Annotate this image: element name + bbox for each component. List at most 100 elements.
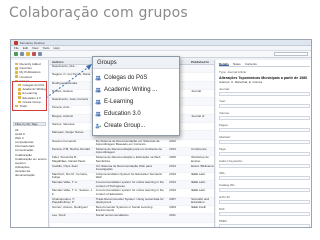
cell-published-in [189,82,214,89]
field-label: DOI: [219,207,226,212]
cell-title: Do Sistema de Recomendação em Sistemas d… [95,139,160,147]
cell-published-in [189,98,214,105]
groups-popup-item[interactable]: Create Group... [95,120,179,132]
table-row[interactable]: Castillo, Olyni Juan Um Sistema de Recome… [50,164,214,173]
cell-year: 2012 [169,139,176,143]
cell-published-in [189,140,214,147]
cell-year: 2006 [169,156,176,160]
sync-icon[interactable] [38,52,42,56]
groups-popup-item[interactable]: Education 3.0 [95,108,179,120]
groups-popup-item[interactable]: Academic Writing ... [95,84,179,96]
cell-year: 2011 [169,214,176,218]
tags-filter-dropdown[interactable]: Filter by My Tags [13,122,46,126]
menu-edit[interactable]: Edit [23,46,28,50]
folder-icon [15,75,18,78]
groups-popup-item-label: E-Learning [104,99,134,105]
add-group-icon [95,123,101,129]
cell-title: Recommender Systems in Social Learning E… [95,206,153,213]
document-authors[interactable]: Autores: U. Marechal, E. Gomes [219,80,310,84]
cell-authors: Castillo, Olyni Juan [52,164,78,168]
group-icon [95,87,101,93]
cell-authors: Santos, Vanessa [52,123,75,127]
groups-popup-item-label: Education 3.0 [104,111,141,117]
folder-icon[interactable] [20,52,24,56]
field-input[interactable] [219,212,310,217]
cell-year: 2013 [169,172,176,176]
field-input[interactable] [219,188,310,193]
add-documents-icon[interactable] [14,52,18,56]
field-input[interactable] [219,140,310,145]
table-row[interactable]: Mendes Valte, T. A.; Soares, J. F. A reco… [50,189,214,198]
cell-published-in: Workshop de Ensino [191,156,209,163]
groups-popup-item[interactable]: Colegas do PóS [95,72,179,84]
tab-contents[interactable]: Contents [245,62,257,66]
folder-icon [15,71,18,74]
tab-notes[interactable]: Notes [233,62,241,66]
field-label: Author Keywords: [219,159,243,164]
cell-year: 2013 [169,147,176,151]
field-input[interactable] [219,200,310,205]
table-row[interactable]: Lee, Scott Social recommendations 2011 [50,214,214,223]
cell-published-in: Journal of [191,114,205,118]
table-row[interactable]: Mendes Valte, T. A. A recommendation syst… [50,181,214,190]
field-label: Year: [219,99,226,104]
tag-item[interactable]: ciências da documentação [15,169,48,177]
groups-popup-item[interactable]: E-Learning [95,96,179,108]
cell-published-in [189,65,214,72]
folder-icon [15,62,18,66]
field-input[interactable] [219,164,310,169]
column-published-in[interactable]: Published In [189,60,214,64]
menu-tools[interactable]: Tools [42,46,49,50]
group-icon [95,99,101,105]
cell-published-in: Scientific and Education [191,197,209,205]
field-label: Volume: [219,111,230,116]
menu-help[interactable]: Help [53,46,59,50]
cell-title: Sistema de Recomendação e Educação na We… [95,156,161,163]
cell-authors: Navarro Fernando [52,139,77,143]
field-input[interactable] [219,128,310,133]
cell-published-in: Conference [191,147,207,151]
menu-view[interactable]: View [32,46,38,50]
search-input[interactable] [274,52,308,56]
delete-icon[interactable] [32,52,36,56]
cell-published-in: IEEE Latin [191,181,206,185]
groups-popup-header: Groups [93,57,179,69]
tab-details[interactable]: Details [219,62,229,66]
tag-item[interactable]: Colaboração em ensino superior [15,157,48,165]
type-value[interactable]: Journal Article [227,70,246,74]
folder-icon [15,67,18,70]
share-icon[interactable] [26,52,30,56]
cell-year: 2013 [169,181,176,185]
table-row[interactable]: Chatzopoulou, T.; Papadimitriou, P. Trade… [50,197,214,207]
field-input[interactable] [219,224,310,227]
cell-published-in: IEEE Latin [191,172,206,176]
field-input[interactable] [219,92,310,97]
details-fields: Journal: Year: Volume: Pages: Abstract: Tags:… [219,87,310,227]
cell-title: A Recomendation System for Education Sem… [95,172,163,180]
field-input[interactable] [219,116,310,121]
cell-published-in: IEEE Intelli [191,206,206,210]
table-row[interactable]: Marchiori, Rio M., Ferreira, Felipe A Rec… [50,172,214,182]
menu-file[interactable]: File [14,46,19,50]
cell-title: A recommendation system for online learn… [95,181,164,188]
field-input[interactable] [219,104,310,109]
groups-highlight-box [12,81,47,111]
tags-list: All web2.0 Web 2 competências informacio… [15,128,48,177]
cell-published-in [189,73,214,80]
cell-authors: Mendes Valte, T. A.; Soares, J. F. [52,189,93,196]
table-row[interactable]: Fidel, Teresinha B., Magalhães, Daniel P… [50,156,214,165]
cell-title: Um Sistema de Recomendação Web para Inve… [95,164,152,171]
table-row[interactable]: Pereira, P.M, Rocha, Ronald Sistema de Re… [50,147,214,157]
field-input[interactable] [219,152,310,157]
table-row[interactable]: Navarro Fernando Do Sistema de Recomendaç… [50,140,214,148]
cell-published-in: IEEE Latin [191,189,206,193]
groups-popup-list: Colegas do PóS Academic Writing ... E-Lear… [93,69,179,132]
cell-authors: Gómez, Alonso, Rodríguez [52,206,88,210]
table-row[interactable]: Gómez, Alonso, Rodríguez Recommender Syst… [50,206,214,215]
tag-item[interactable]: competências informacionais [15,140,48,148]
cell-published-in: Journal [191,89,201,93]
slide-title: Colaboração com grupos [9,5,188,21]
field-input[interactable] [219,176,310,181]
window-title: Mendeley Desktop [20,40,45,45]
cell-year: 2007 [169,197,176,201]
